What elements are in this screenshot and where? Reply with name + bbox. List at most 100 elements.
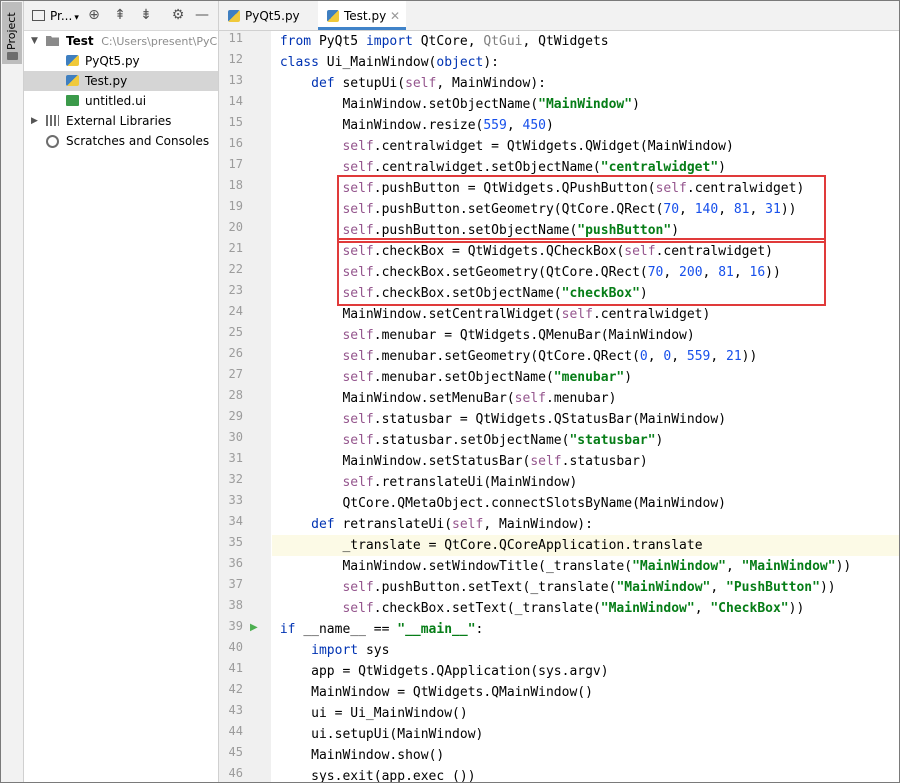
code-line[interactable]: self.checkBox.setText(_translate("MainWi… [272, 598, 899, 619]
code-line[interactable]: MainWindow.setMenuBar(self.menubar) [272, 388, 899, 409]
line-number: 22 [228, 262, 243, 276]
code-line[interactable]: MainWindow.show() [272, 745, 899, 766]
run-icon[interactable]: ▶ [250, 622, 258, 633]
code-line[interactable]: self.pushButton.setText(_translate("Main… [272, 577, 899, 598]
code-line[interactable]: self.menubar = QtWidgets.QMenuBar(MainWi… [272, 325, 899, 346]
line-number: 18 [228, 178, 243, 192]
tree-item-file-selected[interactable]: Test.py [24, 71, 218, 91]
line-number: 25 [228, 325, 243, 339]
line-number: 31 [228, 451, 243, 465]
editor-tab-bar: PyQt5.py ✕ Test.py ✕ [219, 1, 899, 31]
tree-item-scratches[interactable]: Scratches and Consoles [24, 131, 218, 151]
line-number: 44 [228, 724, 243, 738]
tree-item-external-libraries[interactable]: ▶ External Libraries [24, 111, 218, 131]
code-line[interactable]: class Ui_MainWindow(object): [272, 52, 899, 73]
line-number: 33 [228, 493, 243, 507]
code-line[interactable]: MainWindow.setWindowTitle(_translate("Ma… [272, 556, 899, 577]
project-view-label: Pr... [50, 9, 73, 23]
tab-test-py[interactable]: Test.py ✕ [318, 1, 406, 30]
line-number: 46 [228, 766, 243, 780]
hide-icon[interactable]: — [194, 7, 210, 23]
code-line[interactable]: MainWindow.setCentralWidget(self.central… [272, 304, 899, 325]
code-line[interactable]: if __name__ == "__main__": [272, 619, 899, 640]
line-number: 16 [228, 136, 243, 150]
folder-icon [46, 36, 59, 46]
line-number: 38 [228, 598, 243, 612]
line-number: 19 [228, 199, 243, 213]
tree-item-project-root[interactable]: ▼ Test C:\Users\present\PyC [24, 31, 218, 51]
locate-icon[interactable]: ⊕ [86, 7, 102, 23]
python-file-icon [228, 10, 240, 22]
code-line[interactable]: def retranslateUi(self, MainWindow): [272, 514, 899, 535]
python-file-icon [327, 10, 339, 22]
code-line[interactable]: def setupUi(self, MainWindow): [272, 73, 899, 94]
line-number: 41 [228, 661, 243, 675]
line-number: 24 [228, 304, 243, 318]
highlight-box [337, 238, 826, 306]
code-line[interactable]: self.statusbar = QtWidgets.QStatusBar(Ma… [272, 409, 899, 430]
code-line[interactable]: MainWindow = QtWidgets.QMainWindow() [272, 682, 899, 703]
line-number: 15 [228, 115, 243, 129]
project-panel: Pr... ▾ ⊕ ⇞ ⇟ ⚙ — ▼ Test C:\Users\present… [24, 1, 219, 782]
line-number: 26 [228, 346, 243, 360]
code-line[interactable]: MainWindow.resize(559, 450) [272, 115, 899, 136]
project-name: Test [66, 34, 94, 48]
ide-window: Project Pr... ▾ ⊕ ⇞ ⇟ ⚙ — ▼ Test C:\Users… [0, 0, 900, 783]
line-number: 27 [228, 367, 243, 381]
project-view-selector[interactable]: Pr... ▾ [32, 9, 79, 23]
code-editor[interactable]: from PyQt5 import QtCore, QtGui, QtWidge… [272, 31, 899, 782]
line-number: 17 [228, 157, 243, 171]
project-tool-tab-label: Project [5, 12, 18, 50]
qt-ui-file-icon [66, 95, 79, 106]
line-number: 37 [228, 577, 243, 591]
code-line[interactable]: import sys [272, 640, 899, 661]
line-number: 21 [228, 241, 243, 255]
line-number: 39 [228, 619, 243, 633]
folder-icon [7, 52, 18, 60]
line-number: 36 [228, 556, 243, 570]
line-number: 20 [228, 220, 243, 234]
window-icon [32, 10, 45, 21]
tree-item-file[interactable]: PyQt5.py [24, 51, 218, 71]
line-number: 11 [228, 31, 243, 45]
code-line[interactable]: QtCore.QMetaObject.connectSlotsByName(Ma… [272, 493, 899, 514]
line-number: 35 [228, 535, 243, 549]
line-number: 12 [228, 52, 243, 66]
code-line[interactable]: MainWindow.setStatusBar(self.statusbar) [272, 451, 899, 472]
project-tool-tab[interactable]: Project [2, 2, 22, 64]
close-icon[interactable]: ✕ [390, 1, 400, 31]
code-line[interactable]: sys.exit(app.exec_()) [272, 766, 899, 782]
code-line[interactable]: _translate = QtCore.QCoreApplication.tra… [272, 535, 899, 556]
line-number: 40 [228, 640, 243, 654]
code-line[interactable]: ui = Ui_MainWindow() [272, 703, 899, 724]
expand-all-icon[interactable]: ⇞ [112, 7, 128, 23]
highlight-box [337, 175, 826, 243]
line-number: 30 [228, 430, 243, 444]
code-line[interactable]: self.menubar.setGeometry(QtCore.QRect(0,… [272, 346, 899, 367]
project-panel-toolbar: Pr... ▾ ⊕ ⇞ ⇟ ⚙ — [24, 1, 218, 31]
code-line[interactable]: from PyQt5 import QtCore, QtGui, QtWidge… [272, 31, 899, 52]
line-number: 13 [228, 73, 243, 87]
code-line[interactable]: self.statusbar.setObjectName("statusbar"… [272, 430, 899, 451]
file-name: untitled.ui [85, 94, 147, 108]
code-line[interactable]: self.retranslateUi(MainWindow) [272, 472, 899, 493]
chevron-down-icon: ▾ [74, 13, 79, 23]
code-line[interactable]: self.menubar.setObjectName("menubar") [272, 367, 899, 388]
line-number: 45 [228, 745, 243, 759]
line-number: 34 [228, 514, 243, 528]
line-number: 29 [228, 409, 243, 423]
tab-label: Test.py [344, 9, 387, 23]
line-number: 42 [228, 682, 243, 696]
tree-item-file[interactable]: untitled.ui [24, 91, 218, 111]
line-number: 28 [228, 388, 243, 402]
scratches-icon [46, 135, 59, 148]
code-line[interactable]: MainWindow.setObjectName("MainWindow") [272, 94, 899, 115]
code-line[interactable]: app = QtWidgets.QApplication(sys.argv) [272, 661, 899, 682]
chevron-down-icon: ▼ [31, 36, 38, 46]
code-line[interactable]: self.centralwidget = QtWidgets.QWidget(M… [272, 136, 899, 157]
gear-icon[interactable]: ⚙ [170, 7, 186, 23]
code-line[interactable]: ui.setupUi(MainWindow) [272, 724, 899, 745]
line-number-gutter: 11 12 13 14 15 16 17 18 19 20 21 22 23 2… [219, 31, 271, 782]
line-number: 14 [228, 94, 243, 108]
collapse-all-icon[interactable]: ⇟ [138, 7, 154, 23]
